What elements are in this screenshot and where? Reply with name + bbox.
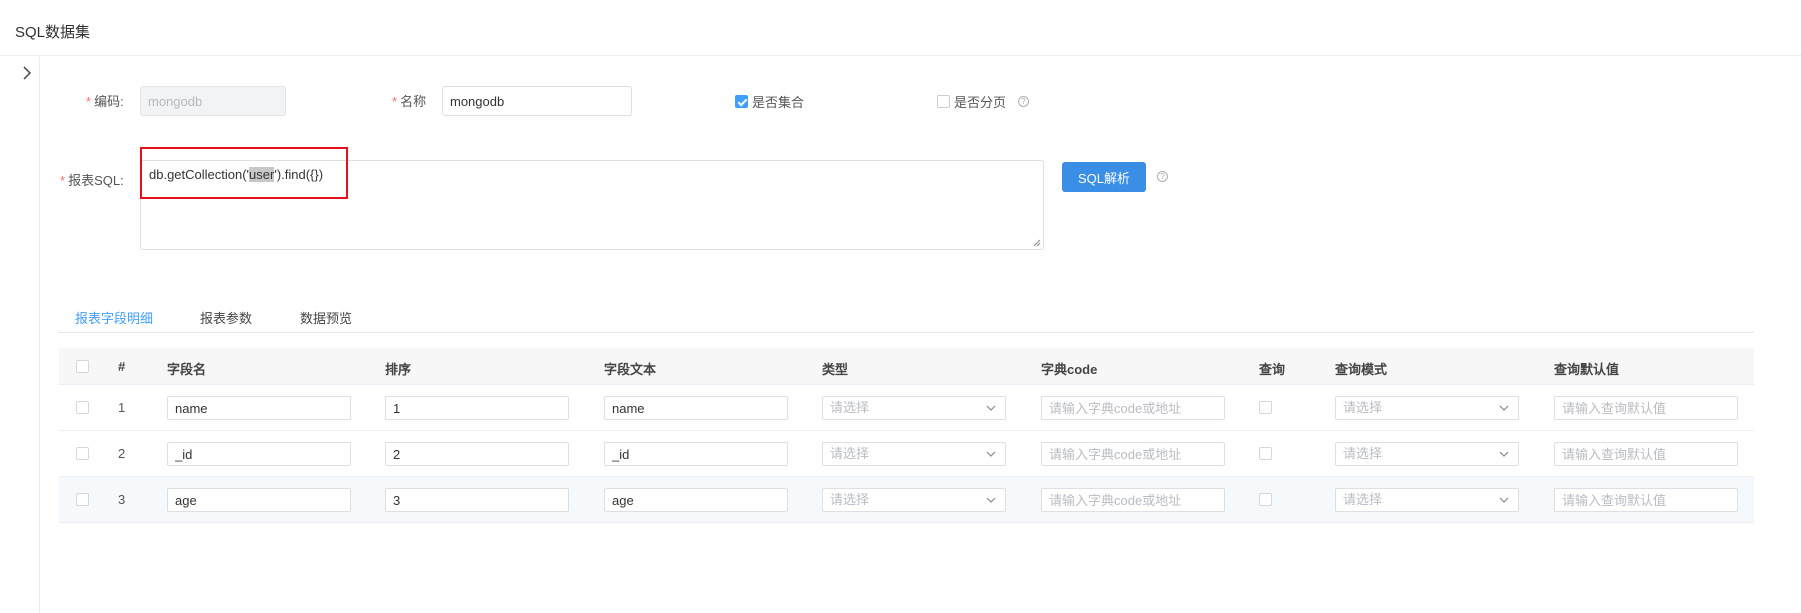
header-field-text: 字段文本 [604, 362, 657, 377]
is-paged-label: 是否分页 [954, 95, 1007, 110]
header-index: # [118, 359, 126, 374]
question-circle-icon[interactable]: ? [1157, 171, 1168, 182]
query-checkbox[interactable] [1259, 493, 1272, 506]
field-name-input[interactable] [167, 396, 351, 420]
code-input[interactable] [140, 86, 286, 116]
side-divider [39, 57, 40, 613]
query-default-input[interactable] [1554, 488, 1738, 512]
query-default-input[interactable] [1554, 442, 1738, 466]
order-input[interactable] [385, 488, 569, 512]
type-select[interactable]: 请选择 [822, 396, 1006, 420]
field-text-input[interactable] [604, 442, 788, 466]
is-collection-label: 是否集合 [752, 95, 805, 110]
tab-report-params[interactable]: 报表参数 [200, 308, 252, 327]
tab-field-details[interactable]: 报表字段明细 [75, 308, 153, 327]
header-dict-code: 字典code [1041, 362, 1098, 377]
chevron-down-icon [1499, 497, 1509, 503]
table-row: 2 请选择 请选择 [59, 431, 1754, 477]
type-select[interactable]: 请选择 [822, 442, 1006, 466]
order-input[interactable] [385, 396, 569, 420]
is-collection-checkbox[interactable] [735, 95, 748, 108]
chevron-down-icon [986, 405, 996, 411]
header-query-default: 查询默认值 [1554, 362, 1620, 377]
top-bar: SQL数据集 [0, 0, 1801, 56]
row-index: 3 [118, 492, 126, 507]
header-field-name: 字段名 [167, 362, 207, 377]
tab-bar: 报表字段明细 报表参数 数据预览 [58, 300, 1754, 333]
dict-code-input[interactable] [1041, 488, 1225, 512]
header-type: 类型 [822, 362, 849, 377]
query-mode-select[interactable]: 请选择 [1335, 488, 1519, 512]
row-checkbox[interactable] [76, 493, 89, 506]
row-index: 1 [118, 400, 126, 415]
query-mode-select[interactable]: 请选择 [1335, 442, 1519, 466]
order-input[interactable] [385, 442, 569, 466]
query-default-input[interactable] [1554, 396, 1738, 420]
header-query-mode: 查询模式 [1335, 362, 1388, 377]
is-paged-checkbox[interactable] [937, 95, 950, 108]
field-name-input[interactable] [167, 442, 351, 466]
sql-label: * 报表SQL: [60, 173, 124, 188]
header-order: 排序 [385, 362, 412, 377]
table-row: 1 请选择 请选择 [59, 385, 1754, 431]
is-collection-checkbox-group[interactable]: 是否集合 [735, 92, 804, 111]
sql-parse-button[interactable]: SQL解析 [1062, 162, 1146, 192]
question-circle-icon[interactable]: ? [1018, 96, 1030, 107]
header-query: 查询 [1259, 362, 1286, 377]
row-checkbox[interactable] [76, 401, 89, 414]
page: SQL数据集 *编码: *名称 是否集合 是否分页 ? *报表SQL: db.g… [0, 0, 1801, 613]
dict-code-input[interactable] [1041, 442, 1225, 466]
table-header: # 字段名 排序 字段文本 类型 字典code 查询 查询模式 查询默认值 [59, 348, 1754, 385]
field-name-input[interactable] [167, 488, 351, 512]
chevron-down-icon [1499, 451, 1509, 457]
code-label: * 编码: [86, 94, 124, 109]
resize-handle-icon[interactable] [1033, 239, 1041, 247]
query-mode-select[interactable]: 请选择 [1335, 396, 1519, 420]
query-checkbox[interactable] [1259, 447, 1272, 460]
row-checkbox[interactable] [76, 447, 89, 460]
collapse-toggle[interactable] [16, 62, 38, 84]
dict-code-input[interactable] [1041, 396, 1225, 420]
row-index: 2 [118, 446, 126, 461]
field-text-input[interactable] [604, 488, 788, 512]
chevron-right-icon [23, 66, 32, 80]
chevron-down-icon [986, 497, 996, 503]
annotation-highlight-box [140, 147, 348, 199]
select-all-checkbox[interactable] [76, 360, 89, 373]
is-paged-checkbox-group[interactable]: 是否分页 ? [937, 92, 1030, 111]
chevron-down-icon [1499, 405, 1509, 411]
query-checkbox[interactable] [1259, 401, 1272, 414]
type-select[interactable]: 请选择 [822, 488, 1006, 512]
chevron-down-icon [986, 451, 996, 457]
name-input[interactable] [442, 86, 632, 116]
name-label: * 名称 [392, 94, 427, 109]
table-row: 3 请选择 请选择 [59, 477, 1754, 523]
field-text-input[interactable] [604, 396, 788, 420]
tab-data-preview[interactable]: 数据预览 [300, 308, 352, 327]
page-title: SQL数据集 [15, 24, 91, 41]
